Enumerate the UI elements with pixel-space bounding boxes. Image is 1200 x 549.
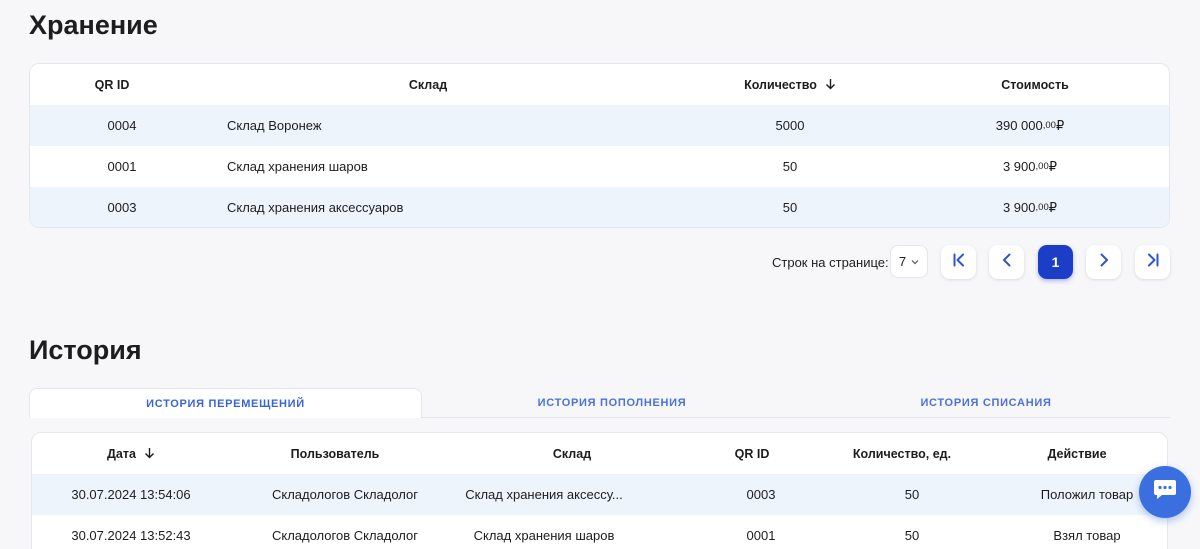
arrow-down-icon	[825, 77, 836, 93]
cost-cell: 3 900,00 ₽	[970, 146, 1090, 187]
table-row[interactable]: 0001 Склад хранения шаров 50 3 900,00 ₽	[30, 146, 1169, 187]
currency-sign: ₽	[1048, 199, 1058, 215]
tab-movement-history[interactable]: ИСТОРИЯ ПЕРЕМЕЩЕНИЙ	[29, 388, 422, 418]
warehouse-cell: Склад хранения аксессу...	[465, 487, 623, 502]
quantity-cell: 50	[904, 528, 920, 543]
warehouse-cell: Склад хранения шаров	[473, 528, 615, 543]
column-header-qr-id[interactable]: QR ID	[72, 64, 152, 105]
rows-per-page-select[interactable]: 7	[890, 245, 928, 278]
user-cell: Складологов Складолог	[271, 528, 418, 543]
quantity-cell: 50	[904, 487, 920, 502]
arrow-down-icon	[144, 446, 155, 462]
action-cell: Взял товар	[1053, 528, 1121, 543]
cost-cell: 390 000,00 ₽	[970, 105, 1090, 146]
history-tabs: ИСТОРИЯ ПЕРЕМЕЩЕНИЙ ИСТОРИЯ ПОПОЛНЕНИЯ И…	[29, 388, 1170, 418]
qr-id-cell: 0004	[107, 118, 137, 133]
currency-sign: ₽	[1048, 158, 1058, 174]
quantity-cell: 50	[782, 159, 798, 174]
quantity-cell: 50	[782, 200, 798, 215]
cost-cents: ,00	[1035, 161, 1049, 172]
warehouse-cell: Склад хранения шаров	[227, 159, 368, 174]
tab-replenishment-history[interactable]: ИСТОРИЯ ПОПОЛНЕНИЯ	[422, 388, 802, 418]
date-cell: 30.07.2024 13:54:06	[71, 487, 191, 502]
column-header-user[interactable]: Пользователь	[260, 433, 410, 474]
currency-sign: ₽	[1055, 117, 1065, 133]
quantity-cell: 5000	[775, 118, 805, 133]
table-row[interactable]: 0003 Склад хранения аксессуаров 50 3 900…	[30, 187, 1169, 227]
rows-per-page-label: Строк на странице:	[772, 255, 889, 270]
last-page-icon	[1145, 252, 1161, 273]
storage-title: Хранение	[29, 10, 158, 40]
column-header-date[interactable]: Дата	[76, 433, 186, 474]
column-header-quantity[interactable]: Количество	[710, 64, 870, 105]
tab-write-off-history[interactable]: ИСТОРИЯ СПИСАНИЯ	[802, 388, 1170, 418]
qr-id-cell: 0003	[107, 200, 137, 215]
column-header-cost[interactable]: Стоимость	[980, 64, 1090, 105]
storage-table-header: QR ID Склад Количество Стоимость	[30, 64, 1169, 105]
column-header-qr-id[interactable]: QR ID	[712, 433, 792, 474]
first-page-button[interactable]	[941, 245, 976, 279]
date-cell: 30.07.2024 13:52:43	[71, 528, 191, 543]
cost-main: 3 900	[1002, 159, 1036, 174]
previous-page-button[interactable]	[989, 245, 1024, 279]
chevron-left-icon	[999, 252, 1015, 273]
chat-button[interactable]	[1139, 466, 1191, 518]
cost-cents: ,00	[1042, 120, 1056, 131]
qr-id-cell: 0001	[107, 159, 137, 174]
history-table: Дата Пользователь Склад QR ID Количество…	[31, 432, 1168, 549]
column-header-date-label: Дата	[107, 446, 136, 461]
table-row[interactable]: 30.07.2024 13:54:06 Складологов Складоло…	[32, 474, 1167, 515]
column-header-quantity[interactable]: Количество, ед.	[832, 433, 972, 474]
column-header-quantity-label: Количество	[744, 77, 817, 92]
cost-cents: ,00	[1035, 202, 1049, 213]
rows-per-page-value: 7	[898, 254, 907, 269]
column-header-warehouse[interactable]: Склад	[358, 64, 498, 105]
column-header-warehouse[interactable]: Склад	[502, 433, 642, 474]
table-row[interactable]: 30.07.2024 13:52:43 Складологов Складоло…	[32, 515, 1167, 549]
storage-table: QR ID Склад Количество Стоимость 0004 Ск…	[29, 63, 1170, 228]
action-cell: Положил товар	[1040, 487, 1134, 502]
column-header-action[interactable]: Действие	[1022, 433, 1132, 474]
next-page-button[interactable]	[1086, 245, 1121, 279]
cost-main: 3 900	[1002, 200, 1036, 215]
last-page-button[interactable]	[1135, 245, 1170, 279]
cost-main: 390 000	[995, 118, 1043, 133]
qr-id-cell: 0003	[746, 487, 776, 502]
table-row[interactable]: 0004 Склад Воронеж 5000 390 000,00 ₽	[30, 105, 1169, 146]
user-cell: Складологов Складолог	[271, 487, 418, 502]
warehouse-cell: Склад хранения аксессуаров	[227, 200, 404, 215]
history-table-header: Дата Пользователь Склад QR ID Количество…	[32, 433, 1167, 474]
chat-icon	[1152, 478, 1178, 507]
first-page-icon	[951, 252, 967, 273]
page-button-current[interactable]: 1	[1038, 245, 1073, 279]
chevron-right-icon	[1096, 252, 1112, 273]
cost-cell: 3 900,00 ₽	[970, 187, 1090, 227]
qr-id-cell: 0001	[746, 528, 776, 543]
chevron-down-icon	[911, 257, 919, 267]
history-title: История	[29, 335, 142, 365]
warehouse-cell: Склад Воронеж	[227, 118, 322, 133]
